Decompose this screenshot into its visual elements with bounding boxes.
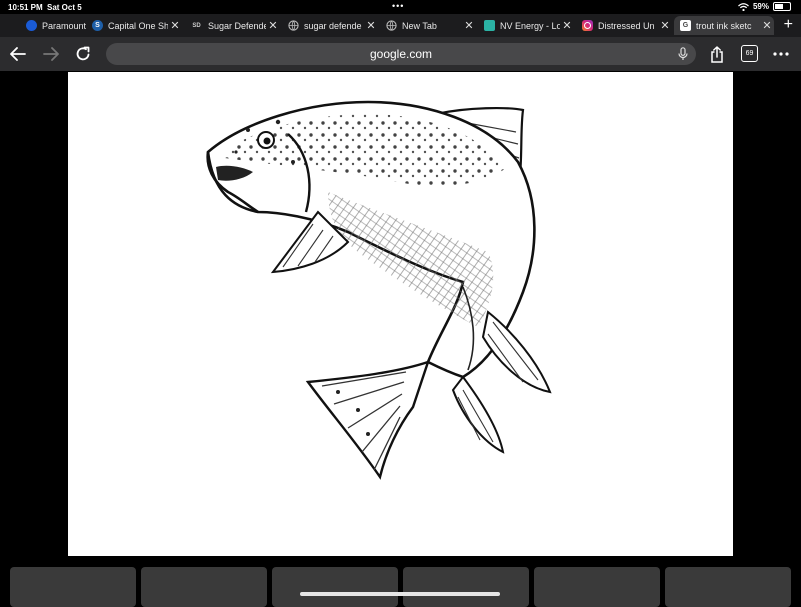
tab-label: Capital One Sh — [108, 20, 168, 31]
wifi-icon — [738, 2, 749, 11]
microphone-icon[interactable] — [678, 47, 688, 61]
tab-label: New Tab — [402, 20, 437, 31]
tab-trout-ink-sketch[interactable]: G trout ink sketc ✕ — [674, 16, 774, 35]
paramount-icon — [26, 20, 37, 31]
status-time: 10:51 PM — [8, 3, 43, 12]
tab-label: trout ink sketc — [696, 20, 752, 31]
reload-button[interactable] — [73, 44, 93, 64]
status-right: 59% — [738, 2, 791, 11]
toolbar: google.com 69 — [0, 37, 801, 71]
related-image-thumbnail[interactable] — [10, 567, 136, 607]
instagram-icon — [582, 20, 593, 31]
tab-sugar-defender-search[interactable]: sugar defende ✕ — [282, 16, 378, 35]
capital-one-icon: S — [92, 20, 103, 31]
related-image-thumbnail[interactable] — [665, 567, 791, 607]
close-icon[interactable]: ✕ — [266, 19, 280, 32]
google-icon: G — [680, 20, 691, 31]
battery-icon — [773, 2, 791, 11]
image-viewer — [0, 71, 801, 607]
tab-capital-one[interactable]: S Capital One Sh ✕ — [86, 16, 182, 35]
close-icon[interactable]: ✕ — [462, 19, 476, 32]
tab-label: Sugar Defende — [208, 20, 266, 31]
status-bar: 10:51 PM Sat Oct 5 ••• 59% — [0, 0, 801, 14]
battery-level — [775, 4, 784, 9]
tab-nv-energy[interactable]: NV Energy - Lo ✕ — [478, 16, 574, 35]
multitasking-dots-icon[interactable]: ••• — [392, 1, 404, 11]
tab-paramount[interactable]: Paramount — [20, 16, 86, 35]
trout-sketch-image[interactable] — [68, 72, 733, 556]
sugar-defender-icon: SD — [192, 22, 201, 29]
close-icon[interactable]: ✕ — [168, 19, 182, 32]
forward-button[interactable] — [41, 44, 61, 64]
status-date: Sat Oct 5 — [47, 3, 82, 12]
related-image-thumbnail[interactable] — [272, 567, 398, 607]
tab-label: NV Energy - Lo — [500, 20, 560, 31]
tab-sugar-defender[interactable]: SD Sugar Defende ✕ — [184, 16, 280, 35]
nv-energy-icon — [484, 20, 495, 31]
tab-distressed[interactable]: Distressed Un ✕ — [576, 16, 672, 35]
tab-new-tab[interactable]: New Tab ✕ — [380, 16, 476, 35]
close-icon[interactable]: ✕ — [560, 19, 574, 32]
globe-icon — [288, 20, 299, 31]
related-image-thumbnail[interactable] — [141, 567, 267, 607]
tab-label: Paramount — [42, 20, 86, 31]
trout-drawing — [206, 100, 552, 480]
address-bar[interactable]: google.com — [106, 43, 696, 65]
close-icon[interactable]: ✕ — [760, 19, 774, 32]
share-button[interactable] — [707, 44, 727, 64]
reload-icon — [76, 46, 90, 61]
tab-count-button[interactable]: 69 — [741, 45, 758, 62]
tab-strip: Paramount S Capital One Sh ✕ SD Sugar De… — [0, 14, 801, 37]
close-icon[interactable]: ✕ — [364, 19, 378, 32]
forward-arrow-icon — [43, 47, 59, 61]
tab-label: Distressed Un — [598, 20, 655, 31]
new-tab-button[interactable]: + — [784, 14, 793, 36]
related-image-thumbnail[interactable] — [403, 567, 529, 607]
globe-icon — [386, 20, 397, 31]
close-icon[interactable]: ✕ — [658, 19, 672, 32]
more-icon — [773, 52, 789, 56]
url-text: google.com — [369, 47, 433, 61]
share-icon — [711, 45, 723, 63]
related-image-thumbnail[interactable] — [534, 567, 660, 607]
home-indicator[interactable] — [300, 592, 500, 596]
battery-percent: 59% — [752, 2, 769, 11]
back-button[interactable] — [8, 44, 28, 64]
back-arrow-icon — [10, 47, 26, 61]
tab-label: sugar defende — [304, 20, 362, 31]
more-menu-button[interactable] — [771, 44, 791, 64]
